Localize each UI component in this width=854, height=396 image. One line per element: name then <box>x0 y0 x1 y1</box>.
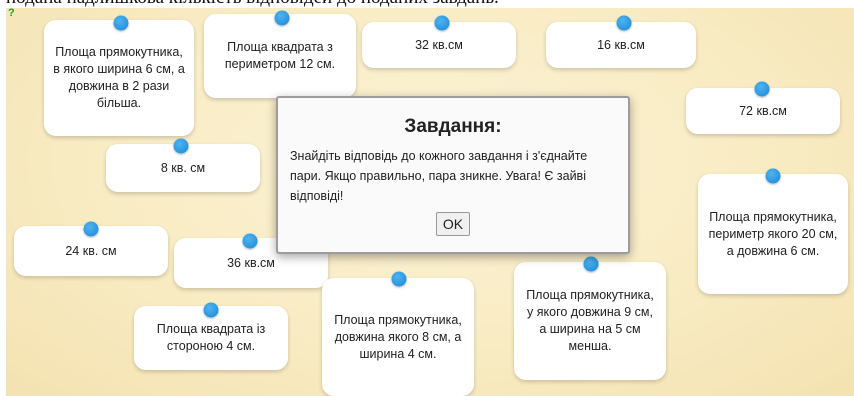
connector-dot[interactable] <box>173 138 189 154</box>
card-text: Площа прямокутника, в якого ширина 6 см,… <box>53 45 185 110</box>
match-card[interactable]: Площа квадрата з периметром 12 см. <box>204 14 356 98</box>
card-text: 8 кв. см <box>160 160 206 175</box>
help-icon[interactable]: ? <box>8 8 15 19</box>
match-card[interactable]: Площа прямокутника, периметр якого 20 см… <box>698 174 848 294</box>
card-text: 72 кв.см <box>739 103 787 118</box>
card-text: 24 кв. см <box>65 243 117 258</box>
matching-board: ? Площа прямокутника, в якого ширина 6 с… <box>6 8 854 396</box>
connector-dot[interactable] <box>242 233 258 249</box>
connector-dot[interactable] <box>434 15 450 31</box>
card-text: Площа квадрата із стороною 4 см. <box>156 322 266 353</box>
card-text: 16 кв.см <box>597 37 645 52</box>
card-text: Площа прямокутника, у якого довжина 9 см… <box>526 288 654 353</box>
connector-dot[interactable] <box>616 15 632 31</box>
dialog-title: Завдання: <box>404 116 502 137</box>
card-text: 32 кв.см <box>415 37 463 52</box>
connector-dot[interactable] <box>391 271 407 287</box>
instruction-text: подана надлишкова кількість відповідей д… <box>6 0 854 8</box>
connector-dot[interactable] <box>754 81 770 97</box>
connector-dot[interactable] <box>113 15 129 31</box>
connector-dot[interactable] <box>203 302 219 318</box>
connector-dot[interactable] <box>765 168 781 184</box>
connector-dot[interactable] <box>274 10 290 26</box>
card-text: Площа прямокутника, довжина якого 8 см, … <box>334 312 462 361</box>
card-text: 36 кв.см <box>227 255 275 270</box>
card-text: Площа квадрата з периметром 12 см. <box>224 40 336 71</box>
task-dialog: Завдання: Знайдіть відповідь до кожного … <box>276 96 630 254</box>
dialog-text: Знайдіть відповідь до кожного завдання і… <box>290 149 588 203</box>
card-text: Площа прямокутника, периметр якого 20 см… <box>708 209 838 258</box>
ok-button[interactable]: OK <box>435 212 471 236</box>
match-card[interactable]: Площа прямокутника, в якого ширина 6 см,… <box>44 20 194 136</box>
match-card[interactable]: Площа прямокутника, довжина якого 8 см, … <box>322 278 474 396</box>
connector-dot[interactable] <box>583 256 599 272</box>
connector-dot[interactable] <box>83 221 99 237</box>
match-card[interactable]: Площа прямокутника, у якого довжина 9 см… <box>514 262 666 380</box>
